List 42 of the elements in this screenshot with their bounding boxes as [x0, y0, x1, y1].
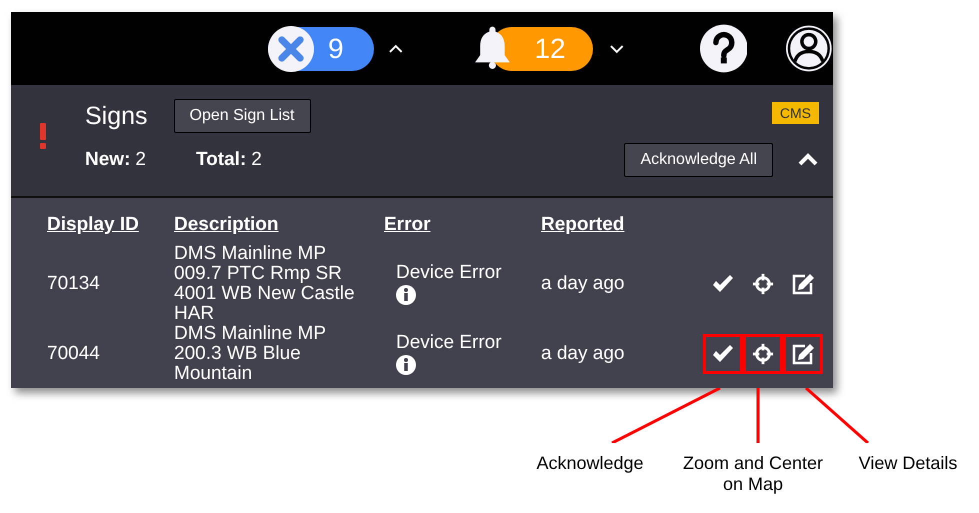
acknowledge-button[interactable]	[703, 334, 743, 374]
help-icon[interactable]	[700, 24, 748, 73]
caret-icon[interactable]	[609, 44, 625, 54]
info-icon[interactable]	[396, 355, 416, 375]
table-cell: Device Error	[396, 263, 502, 283]
close-icon	[268, 26, 314, 72]
error-count-badge[interactable]: 9	[268, 26, 374, 70]
table-cell: 70044	[47, 344, 100, 364]
leader-line	[804, 388, 870, 443]
total-label: Total:	[196, 149, 246, 171]
column-header[interactable]: Error	[384, 214, 430, 236]
total-count: 2	[251, 149, 262, 171]
callout-label: Zoom and Center on Map	[682, 453, 824, 495]
callout-label: View Details	[858, 453, 958, 474]
new-label: New:	[85, 149, 130, 171]
table-cell: a day ago	[541, 344, 624, 364]
caret-icon[interactable]	[388, 44, 404, 54]
alert-icon	[39, 123, 47, 149]
table-cell: Device Error	[396, 333, 502, 353]
column-header[interactable]: Display ID	[47, 214, 139, 236]
table-cell: 70134	[47, 274, 100, 294]
callout-label: Acknowledge	[536, 453, 644, 474]
leader-line	[756, 388, 760, 443]
crosshair-button[interactable]	[743, 334, 783, 374]
crosshair-icon	[751, 273, 775, 295]
table-cell-text: DMS Mainline MP 009.7 PTC Rmp SR 4001 WB New Castle HAR	[174, 244, 356, 324]
new-count: 2	[135, 149, 146, 171]
table-cell: a day ago	[541, 274, 624, 294]
column-header[interactable]: Reported	[541, 214, 624, 236]
edit-icon	[791, 273, 815, 295]
user-avatar-icon[interactable]	[785, 24, 833, 73]
section-title: Signs	[85, 102, 148, 130]
category-badge: CMS	[772, 102, 819, 124]
chevron-icon[interactable]	[797, 153, 819, 167]
table-cell-text: DMS Mainline MP 200.3 WB Blue Mountain	[174, 324, 327, 384]
open-sign-list-button[interactable]: Open Sign List	[174, 99, 310, 133]
crosshair-icon	[751, 343, 775, 365]
info-icon[interactable]	[396, 285, 416, 305]
acknowledge-all-button[interactable]: Acknowledge All	[624, 143, 773, 177]
edit-button[interactable]	[783, 334, 823, 374]
edit-icon	[791, 343, 815, 365]
column-header[interactable]: Description	[174, 214, 279, 236]
